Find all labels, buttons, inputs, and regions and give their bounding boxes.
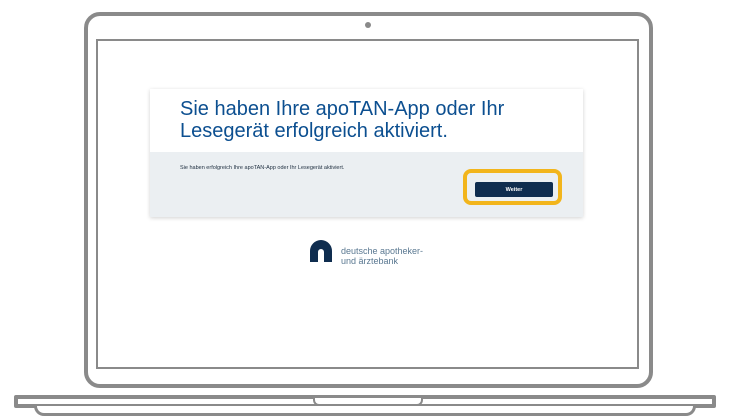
- confirmation-message: Sie haben erfolgreich Ihre apoTAN-App od…: [180, 165, 345, 171]
- weiter-button[interactable]: Weiter: [475, 182, 553, 197]
- logo-text-line1: deutsche apotheker-: [341, 246, 424, 256]
- confirmation-card: Sie haben Ihre apoTAN-App oder Ihr Leseg…: [150, 89, 583, 217]
- laptop-base-foot: [34, 406, 696, 416]
- page-title: Sie haben Ihre apoTAN-App oder Ihr Leseg…: [180, 98, 505, 142]
- logo-text-line2: und ärztebank: [341, 256, 399, 266]
- card-body: Sie haben erfolgreich Ihre apoTAN-App od…: [150, 152, 583, 217]
- apobank-logo-icon: [310, 240, 332, 262]
- laptop-notch: [313, 398, 423, 406]
- camera-dot: [365, 22, 371, 28]
- logo-text: deutsche apotheker- und ärztebank: [341, 246, 461, 266]
